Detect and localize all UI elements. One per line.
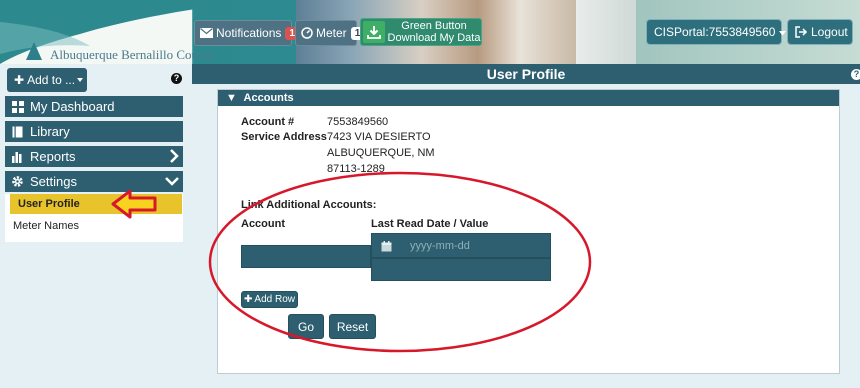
chevron-down-icon <box>165 174 179 189</box>
download-icon <box>363 21 385 43</box>
portal-label: CISPortal:7553849560 <box>654 25 776 39</box>
accounts-panel-header[interactable]: ▼ Accounts <box>218 90 839 106</box>
address-line-3: 87113-1289 <box>327 163 385 175</box>
header-photo-right <box>576 0 636 64</box>
sidebar: ✚ Add to ... ? My Dashboard Library Repo… <box>0 64 192 388</box>
caret-down-icon <box>779 25 787 39</box>
link-accounts-heading: Link Additional Accounts: <box>241 199 377 211</box>
logout-icon <box>795 26 807 38</box>
caret-down-icon: ▼ <box>226 92 237 104</box>
plus-icon: ✚ <box>244 294 253 305</box>
logout-button[interactable]: Logout <box>787 19 853 45</box>
meter-button[interactable]: Meter 1 <box>295 20 365 46</box>
portal-account-dropdown[interactable]: CISPortal:7553849560 <box>646 19 787 45</box>
calendar-icon <box>381 241 392 255</box>
account-number-value: 7553849560 <box>327 116 389 128</box>
gear-icon <box>11 175 24 188</box>
add-to-label: Add to ... <box>27 73 76 87</box>
sidebar-item-dashboard[interactable]: My Dashboard <box>5 96 183 117</box>
meter-label: Meter <box>316 26 347 40</box>
add-to-dropdown[interactable]: ✚ Add to ... <box>7 68 87 92</box>
bar-chart-icon <box>11 150 24 163</box>
sidebar-item-label: Reports <box>30 149 76 164</box>
help-icon[interactable]: ? <box>851 69 860 80</box>
dashboard-gauge-icon <box>301 27 313 39</box>
last-read-date-input[interactable]: yyyy-mm-dd <box>371 233 551 258</box>
green-button-download[interactable]: Green Button Download My Data <box>360 18 482 46</box>
address-line-1: 7423 VIA DESIERTO <box>327 131 431 143</box>
column-header-account: Account <box>241 218 285 230</box>
notifications-label: Notifications <box>216 26 282 40</box>
logout-label: Logout <box>811 25 848 39</box>
sidebar-item-label: Settings <box>30 174 77 189</box>
page-title: User Profile <box>192 64 860 84</box>
last-read-value-input[interactable] <box>371 258 551 281</box>
header-banner: Albuquerque Bernalillo County Notificati… <box>0 0 860 64</box>
annotation-arrow <box>111 189 157 219</box>
green-button-line2: Download My Data <box>387 32 481 44</box>
add-row-button[interactable]: ✚ Add Row <box>241 291 298 308</box>
submenu-item-meter-names[interactable]: Meter Names <box>13 220 79 232</box>
envelope-icon <box>200 28 213 38</box>
sidebar-item-label: My Dashboard <box>30 99 115 114</box>
panel-title: Accounts <box>243 92 294 104</box>
add-row-label: Add Row <box>254 294 295 305</box>
green-button-line1: Green Button <box>401 20 467 32</box>
account-number-label: Account # <box>241 116 295 128</box>
sidebar-item-library[interactable]: Library <box>5 121 183 142</box>
column-header-last-read: Last Read Date / Value <box>371 218 489 230</box>
book-icon <box>11 125 24 138</box>
reset-button[interactable]: Reset <box>329 314 376 339</box>
account-input[interactable] <box>241 245 371 268</box>
service-address-label: Service Address <box>241 131 327 143</box>
org-name: Albuquerque Bernalillo County <box>50 47 215 62</box>
date-placeholder: yyyy-mm-dd <box>410 240 470 252</box>
sidebar-item-label: Library <box>30 124 70 139</box>
address-line-2: ALBUQUERQUE, NM <box>327 147 435 159</box>
green-button-text: Green Button Download My Data <box>385 20 483 44</box>
sidebar-item-reports[interactable]: Reports <box>5 146 183 167</box>
notifications-button[interactable]: Notifications 14 <box>194 20 305 46</box>
dashboard-icon <box>11 100 24 113</box>
chevron-right-icon <box>169 149 179 166</box>
help-icon[interactable]: ? <box>171 73 182 84</box>
plus-icon: ✚ <box>14 73 25 87</box>
go-button[interactable]: Go <box>288 314 324 339</box>
caret-down-icon <box>77 78 84 82</box>
